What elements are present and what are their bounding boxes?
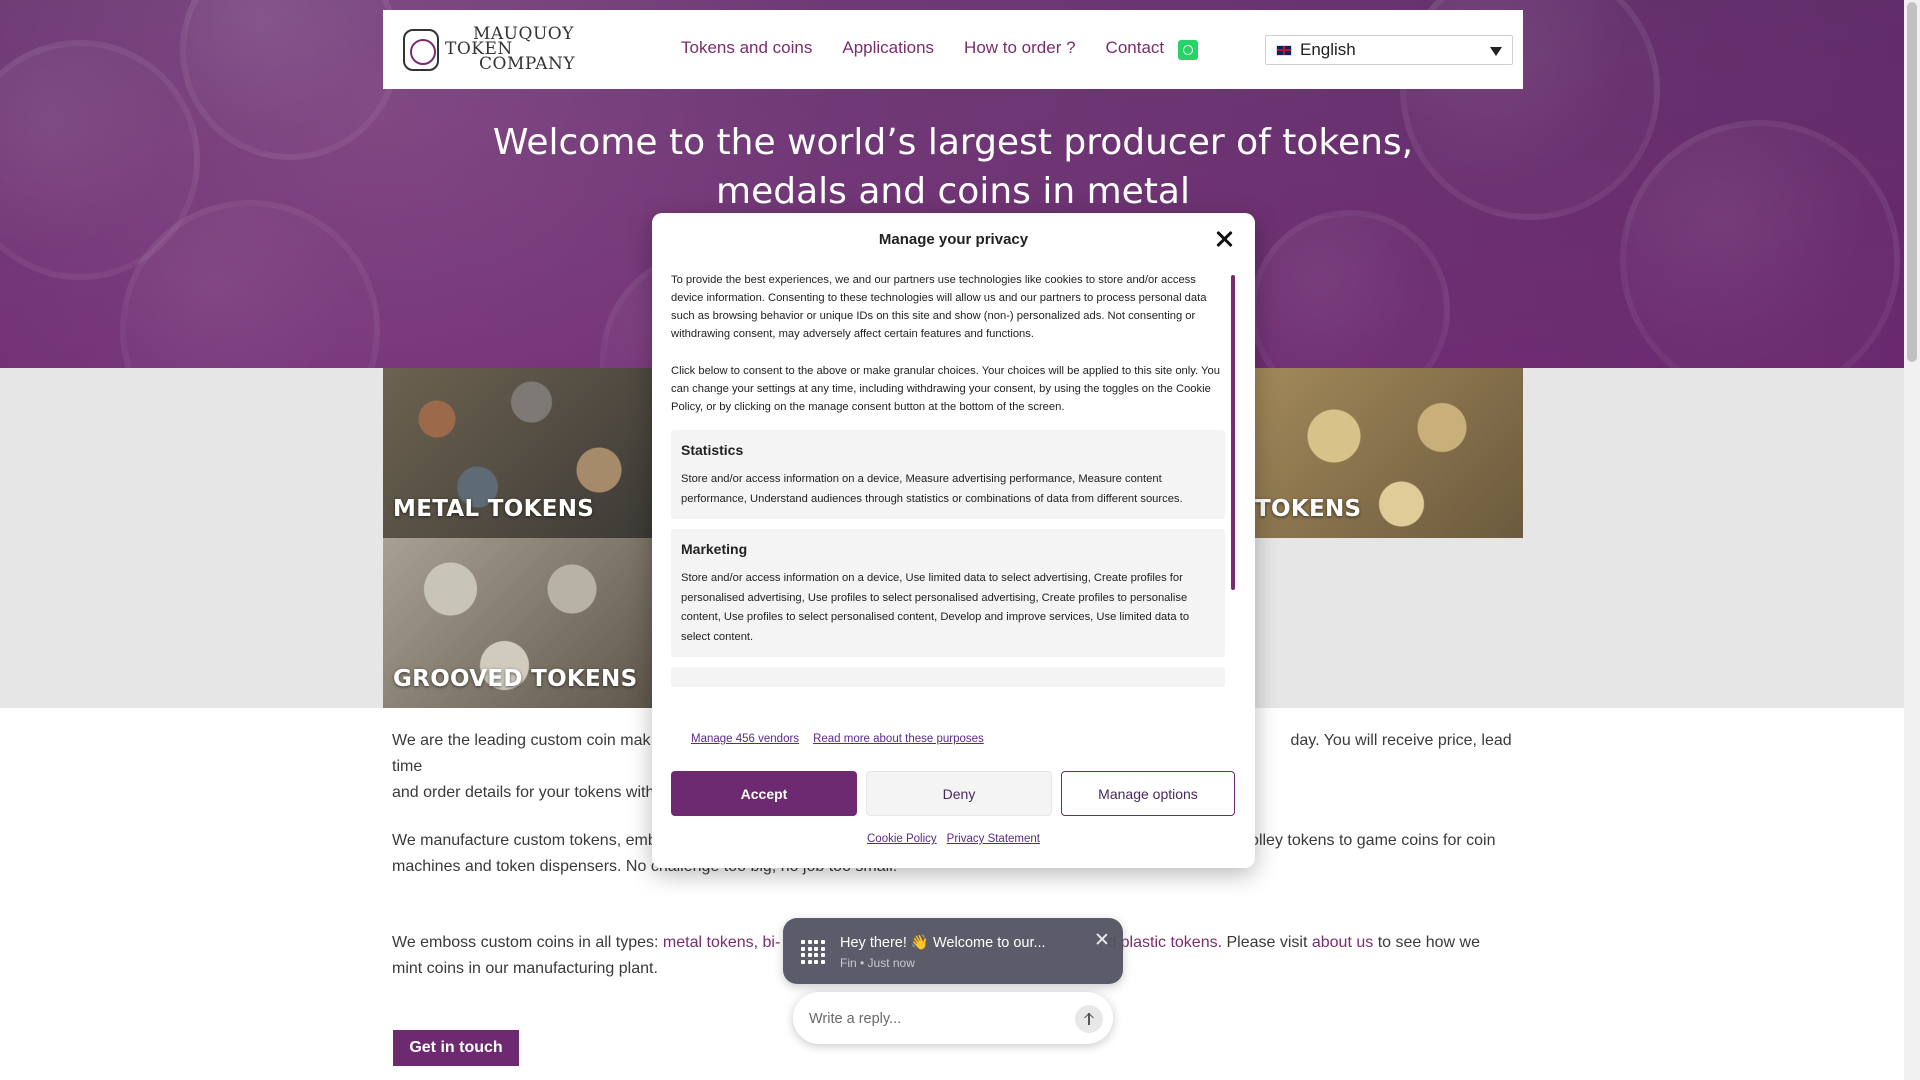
deny-button[interactable]: Deny xyxy=(866,771,1052,816)
privacy-intro-text: To provide the best experiences, we and … xyxy=(671,274,1207,340)
privacy-modal: Manage your privacy To provide the best … xyxy=(652,213,1255,868)
hero-coin-decoration xyxy=(1250,210,1450,368)
company-logo[interactable]: MAUQUOY TOKEN COMPANY xyxy=(403,24,575,75)
nav-item-tokens-and-coins[interactable]: Tokens and coins xyxy=(681,38,812,58)
link-bi-metal[interactable]: bi- xyxy=(763,934,781,951)
hero-coin-decoration xyxy=(1620,120,1900,368)
modal-title: Manage your privacy xyxy=(878,231,1029,248)
hero-coin-decoration xyxy=(180,0,400,160)
p1-line2: and order details for your tokens with xyxy=(392,784,655,801)
tile-label: GROOVED TOKENS xyxy=(393,666,638,692)
read-more-purposes-link[interactable]: Read more about these purposes xyxy=(813,733,984,745)
hero-title-line1: Welcome to the world’s largest producer … xyxy=(492,122,1414,163)
logo-ring-icon xyxy=(403,29,439,71)
accept-button[interactable]: Accept xyxy=(671,771,857,816)
cookie-policy-link[interactable]: Cookie Policy xyxy=(867,833,937,845)
page-scrollbar-thumb[interactable] xyxy=(1907,2,1917,362)
privacy-consent-text: Click below to consent to the above or m… xyxy=(671,365,1220,413)
nav-item-applications[interactable]: Applications xyxy=(842,38,934,58)
p3-after: . Please visit xyxy=(1217,934,1312,951)
hero-title-line2: medals and coins in metal xyxy=(716,171,1190,212)
top-navbar: MAUQUOY TOKEN COMPANY Tokens and coins A… xyxy=(383,10,1523,89)
manage-options-button[interactable]: Manage options xyxy=(1061,771,1235,816)
reply-input[interactable] xyxy=(809,1008,1049,1030)
category-statistics[interactable]: Statistics Store and/or access informati… xyxy=(671,430,1225,519)
chat-message: Hey there! 👋 Welcome to our... xyxy=(840,935,1046,951)
modal-footer-links: Cookie Policy Privacy Statement xyxy=(652,833,1255,845)
hero-coin-decoration xyxy=(0,40,200,280)
link-about-us[interactable]: about us xyxy=(1312,934,1373,951)
close-icon[interactable] xyxy=(1095,932,1109,946)
chat-reply-box xyxy=(793,992,1113,1044)
category-marketing[interactable]: Marketing Store and/or access informatio… xyxy=(671,529,1225,657)
nav-item-how-to-order[interactable]: How to order ? xyxy=(964,38,1076,58)
hero-coin-decoration xyxy=(120,200,380,368)
chevron-down-icon xyxy=(1490,47,1502,56)
modal-links: Manage 456 vendors Read more about these… xyxy=(691,733,984,745)
modal-scrollbar-thumb[interactable] xyxy=(1231,275,1235,590)
p3-tail: to see how we xyxy=(1373,934,1480,951)
p3-start: We emboss custom coins in all types: xyxy=(392,934,663,951)
send-arrow-icon[interactable] xyxy=(1075,1005,1103,1033)
language-selected: English xyxy=(1300,40,1356,59)
p2-end: rolley tokens to game coins for coin xyxy=(1244,832,1496,849)
category-title: Marketing xyxy=(681,541,748,557)
p3-sep: , xyxy=(753,934,763,951)
chat-preview-bubble[interactable]: Hey there! 👋 Welcome to our... Fin • Jus… xyxy=(783,918,1123,984)
nav-item-contact[interactable]: Contact xyxy=(1106,38,1165,58)
link-metal-tokens[interactable]: metal tokens xyxy=(663,934,754,951)
main-nav: Tokens and coins Applications How to ord… xyxy=(681,38,1164,58)
tile-tokens[interactable]: TOKENS xyxy=(1253,368,1523,538)
tile-metal-tokens[interactable]: METAL TOKENS xyxy=(383,368,653,538)
hero-title: Welcome to the world’s largest producer … xyxy=(383,118,1523,216)
uk-flag-icon xyxy=(1276,44,1292,56)
manage-vendors-link[interactable]: Manage 456 vendors xyxy=(691,733,799,745)
category-title: Statistics xyxy=(681,442,744,458)
intercom-logo-icon xyxy=(801,940,825,964)
logo-text-company: COMPANY xyxy=(479,54,576,74)
modal-scroll-area[interactable]: To provide the best experiences, we and … xyxy=(671,271,1225,721)
p1-start: We are the leading custom coin mak xyxy=(392,732,651,749)
tile-grooved-tokens[interactable]: GROOVED TOKENS xyxy=(383,538,653,708)
category-next[interactable] xyxy=(671,667,1225,687)
chat-meta: Fin • Just now xyxy=(840,956,915,970)
category-description: Store and/or access information on a dev… xyxy=(681,473,1183,505)
tile-label: METAL TOKENS xyxy=(393,496,595,522)
privacy-statement-link[interactable]: Privacy Statement xyxy=(947,833,1040,845)
language-select[interactable]: English xyxy=(1265,35,1513,65)
tile-label: TOKENS xyxy=(1255,496,1362,522)
category-description: Store and/or access information on a dev… xyxy=(681,572,1190,643)
p2-start: We manufacture custom tokens, emb xyxy=(392,832,657,849)
p3-line2: mint coins in our manufacturing plant. xyxy=(392,960,658,977)
page-scrollbar[interactable] xyxy=(1904,0,1920,1080)
close-icon[interactable] xyxy=(1213,228,1235,250)
whatsapp-icon[interactable] xyxy=(1178,40,1198,60)
link-plastic-tokens[interactable]: plastic tokens xyxy=(1121,934,1218,951)
get-in-touch-button[interactable]: Get in touch xyxy=(393,1030,519,1066)
